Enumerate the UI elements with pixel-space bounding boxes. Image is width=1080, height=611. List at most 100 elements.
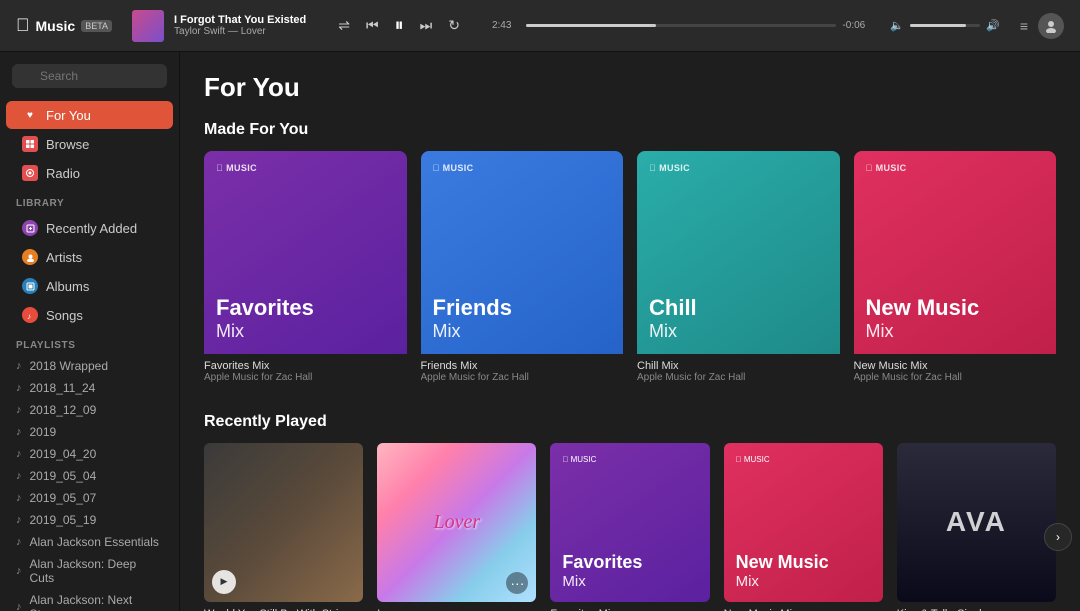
friends-mix-sub: Mix [433, 321, 612, 342]
progress-bar[interactable] [526, 24, 836, 27]
sidebar-label-browse: Browse [46, 137, 89, 152]
playlist-item[interactable]: ♪2018_11_24 [0, 377, 179, 399]
list-icon[interactable]: ≡ [1020, 18, 1028, 34]
apple-music-tag-small:  MUSIC [562, 455, 697, 464]
chill-mix-title: Chill [649, 296, 828, 320]
volume-section: 🔈 🔊 [890, 19, 999, 32]
new-music-mix-card[interactable]:  MUSIC New Music Mix New Music Mix Appl… [854, 151, 1057, 389]
apple-music-tag:  MUSIC [433, 163, 612, 173]
chill-mix-name: Chill Mix [637, 360, 840, 372]
friends-mix-card[interactable]:  MUSIC Friends Mix Friends Mix Apple Mu… [421, 151, 624, 389]
volume-bar[interactable] [910, 24, 980, 27]
volume-high-icon: 🔊 [986, 19, 1000, 32]
person-icon [1044, 19, 1058, 33]
volume-fill [910, 24, 966, 27]
playlist-item[interactable]: ♪2018_12_09 [0, 399, 179, 421]
search-input[interactable] [12, 64, 167, 88]
radio-icon [22, 165, 38, 181]
sidebar-item-artists[interactable]: Artists [6, 243, 173, 271]
repeat-button[interactable]: ↻ [446, 15, 462, 36]
new-music-mix-info: New Music Mix Apple Music for Zac Hall [854, 354, 1057, 389]
sidebar-label-songs: Songs [46, 308, 83, 323]
playlist-item[interactable]: ♪2019_04_20 [0, 443, 179, 465]
new-music-mix-art:  MUSIC New Music Mix [854, 151, 1057, 354]
topbar:  Music BETA I Forgot That You Existed T… [0, 0, 1080, 52]
new-music-mix-name: New Music Mix [854, 360, 1057, 372]
more-button[interactable]: ··· [506, 572, 528, 594]
playlist-item[interactable]: ♪ 2019_05_04 [0, 465, 179, 487]
sidebar-item-browse[interactable]: Browse [6, 130, 173, 158]
kiss-tell-card[interactable]: AVA Kiss & Tell - Single Angels & Airwav… [897, 443, 1056, 611]
user-avatar[interactable] [1038, 13, 1064, 39]
friends-mix-name: Friends Mix [421, 360, 624, 372]
browse-icon [22, 136, 38, 152]
play-pause-button[interactable]: ⏸ [393, 13, 406, 38]
playlists-section-label: PLAYLISTS [0, 330, 179, 355]
volume-low-icon: 🔈 [890, 19, 904, 32]
album-art-thumb [132, 10, 164, 42]
favorites-mix-desc: Apple Music for Zac Hall [204, 372, 407, 383]
app-logo:  Music BETA [16, 15, 112, 36]
new-music-mix-sub: Mix [866, 321, 1045, 342]
favorites-mix-art:  MUSIC Favorites Mix [204, 151, 407, 354]
beta-badge: BETA [81, 20, 112, 32]
prev-button[interactable]: ⏮ [364, 15, 381, 36]
playlist-name: 2018 Wrapped [30, 359, 109, 373]
playlist-note-icon: ♪ [16, 492, 22, 504]
favorites-mix-card[interactable]:  MUSIC Favorites Mix Favorites Mix Appl… [204, 151, 407, 389]
main-layout: ⚲ ♥ For You Browse Radio LIBRARY Recen [0, 52, 1080, 611]
sidebar-item-for-you[interactable]: ♥ For You [6, 101, 173, 129]
sidebar: ⚲ ♥ For You Browse Radio LIBRARY Recen [0, 52, 180, 611]
artists-icon [22, 249, 38, 265]
sidebar-item-recently-added[interactable]: Recently Added [6, 214, 173, 242]
chill-mix-art:  MUSIC Chill Mix [637, 151, 840, 354]
playlist-item[interactable]: ♪2019_05_19 [0, 509, 179, 531]
lover-card[interactable]: Lover ··· Lover Taylor Swift [377, 443, 536, 611]
playlist-note-icon: ♪ [16, 382, 22, 394]
songs-icon: ♪ [22, 307, 38, 323]
playlist-name: 2019_05_07 [30, 491, 97, 505]
albums-icon [22, 278, 38, 294]
sidebar-item-songs[interactable]: ♪ Songs [6, 301, 173, 329]
favorites-mix-sub: Mix [216, 321, 395, 342]
playlist-note-icon: ♪ [16, 514, 22, 526]
playlist-note-icon: ♪ [16, 470, 22, 482]
sidebar-label-recently-added: Recently Added [46, 221, 137, 236]
sidebar-label-for-you: For You [46, 108, 91, 123]
playlist-item[interactable]: ♪2019 [0, 421, 179, 443]
shuffle-button[interactable]: ⇌ [336, 15, 352, 36]
progress-section: 2:43 -0:06 [492, 20, 870, 31]
playlist-item[interactable]: ♪Alan Jackson: Deep Cuts [0, 553, 179, 589]
friends-mix-title: Friends [433, 296, 612, 320]
search-wrap: ⚲ [0, 64, 179, 100]
made-for-you-grid:  MUSIC Favorites Mix Favorites Mix Appl… [204, 151, 1056, 389]
playlist-item[interactable]: ♪Alan Jackson: Next Ste... [0, 589, 179, 611]
apple-music-tag:  MUSIC [866, 163, 1045, 173]
chill-mix-card[interactable]:  MUSIC Chill Mix Chill Mix Apple Music … [637, 151, 840, 389]
next-button[interactable]: ⏭ [418, 15, 435, 36]
library-section-label: LIBRARY [0, 188, 179, 213]
playlist-item[interactable]: ♪ 2019_05_07 [0, 487, 179, 509]
playlist-name: Alan Jackson: Next Ste... [30, 593, 164, 611]
new-music-rec-card[interactable]:  MUSIC New Music Mix New Music Mix Appl… [724, 443, 883, 611]
chill-mix-sub: Mix [649, 321, 828, 342]
sidebar-item-radio[interactable]: Radio [6, 159, 173, 187]
apple-icon:  [16, 15, 30, 36]
playlist-item[interactable]: ♪2018 Wrapped [0, 355, 179, 377]
play-overlay[interactable]: ▶ [212, 570, 236, 594]
favorites-mix-rec-card[interactable]:  MUSIC Favorites Mix Favorites Mix Appl… [550, 443, 709, 611]
chill-mix-info: Chill Mix Apple Music for Zac Hall [637, 354, 840, 389]
page-title: For You [204, 72, 1056, 103]
playlist-name: 2019_05_04 [30, 469, 97, 483]
chill-mix-desc: Apple Music for Zac Hall [637, 372, 840, 383]
kiss-tell-art: AVA [897, 443, 1056, 602]
time-total: -0:06 [842, 20, 870, 31]
new-music-rec-art:  MUSIC New Music Mix [724, 443, 883, 602]
sidebar-item-albums[interactable]: Albums [6, 272, 173, 300]
would-you-still-card[interactable]: ▶ Would You Still Be With Strings Anthon… [204, 443, 363, 611]
playlist-item[interactable]: ♪Alan Jackson Essentials [0, 531, 179, 553]
recently-played-heading: Recently Played [204, 413, 1056, 431]
apple-music-tag:  MUSIC [649, 163, 828, 173]
scroll-right-button[interactable]: › [1044, 523, 1072, 551]
lover-art: Lover ··· [377, 443, 536, 602]
